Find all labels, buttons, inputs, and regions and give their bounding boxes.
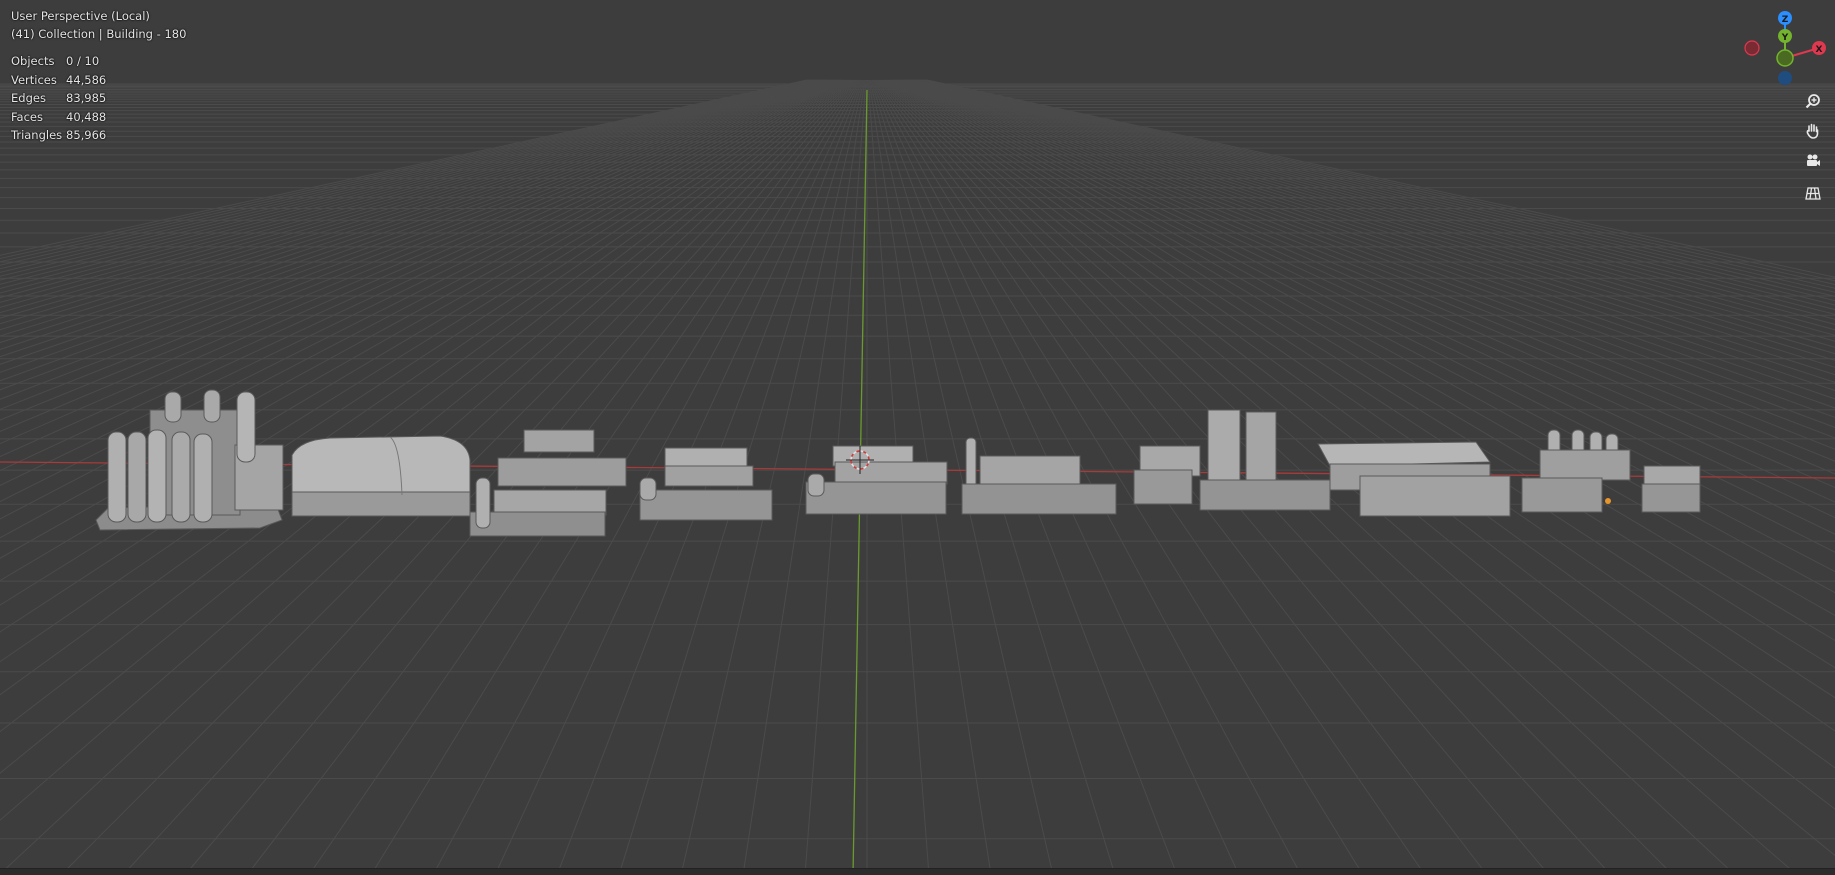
x-axis-label: X — [1816, 45, 1823, 55]
building-2[interactable] — [291, 435, 471, 517]
stat-value: 40,488 — [66, 109, 107, 124]
building-7[interactable] — [1133, 409, 1331, 511]
context-line: (41) Collection | Building - 180 — [11, 27, 187, 41]
grid-icon — [1805, 187, 1821, 200]
zoom-icon — [1805, 94, 1820, 109]
3d-viewport[interactable]: User Perspective (Local) (41) Collection… — [0, 0, 1835, 875]
view-info: User Perspective (Local) (41) Collection… — [11, 7, 186, 43]
stat-label: Faces — [11, 109, 43, 124]
building-6[interactable] — [961, 437, 1117, 515]
z-axis-label: Z — [1782, 15, 1789, 25]
viewport-scene[interactable] — [0, 0, 1835, 875]
stat-label: Vertices — [11, 72, 57, 87]
stat-value: 85,966 — [66, 128, 107, 142]
hand-icon — [1806, 123, 1819, 139]
negative-z-handle[interactable] — [1778, 71, 1792, 85]
building-3[interactable] — [469, 429, 627, 537]
stat-value: 44,586 — [66, 72, 107, 87]
building-models[interactable] — [95, 389, 1701, 537]
stat-value: 0 / 10 — [66, 54, 100, 68]
building-4[interactable] — [639, 447, 773, 521]
stat-value: 83,985 — [66, 91, 107, 105]
viewport-bottom-edge — [0, 868, 1835, 875]
negative-x-handle[interactable] — [1744, 40, 1760, 56]
stat-row-edges: Edges 83,985 — [11, 89, 106, 108]
stat-row-vertices: Vertices 44,586 — [11, 71, 106, 90]
stat-label: Objects — [11, 54, 55, 68]
negative-y-handle[interactable] — [1776, 49, 1794, 67]
stat-label: Edges — [11, 91, 46, 105]
navigation-gizmo[interactable]: Y Z X — [1735, 0, 1835, 90]
camera-view-button[interactable] — [1800, 148, 1826, 174]
camera-icon — [1807, 154, 1820, 166]
building-8[interactable] — [1317, 441, 1511, 517]
stat-label: Triangles — [11, 128, 63, 142]
zoom-button[interactable] — [1800, 88, 1826, 114]
view-name: User Perspective (Local) — [11, 9, 150, 23]
stat-row-triangles: Triangles 85,966 — [11, 126, 106, 145]
stat-row-objects: Objects 0 / 10 — [11, 52, 106, 71]
stat-row-faces: Faces 40,488 — [11, 108, 106, 127]
building-1[interactable] — [95, 389, 284, 531]
pan-button[interactable] — [1800, 118, 1826, 144]
building-5[interactable] — [805, 445, 948, 515]
scene-statistics: Objects 0 / 10 Vertices 44,586 Edges 83,… — [11, 52, 106, 145]
toggle-orthographic-button[interactable] — [1800, 180, 1826, 206]
y-axis-label: Y — [1781, 33, 1789, 43]
